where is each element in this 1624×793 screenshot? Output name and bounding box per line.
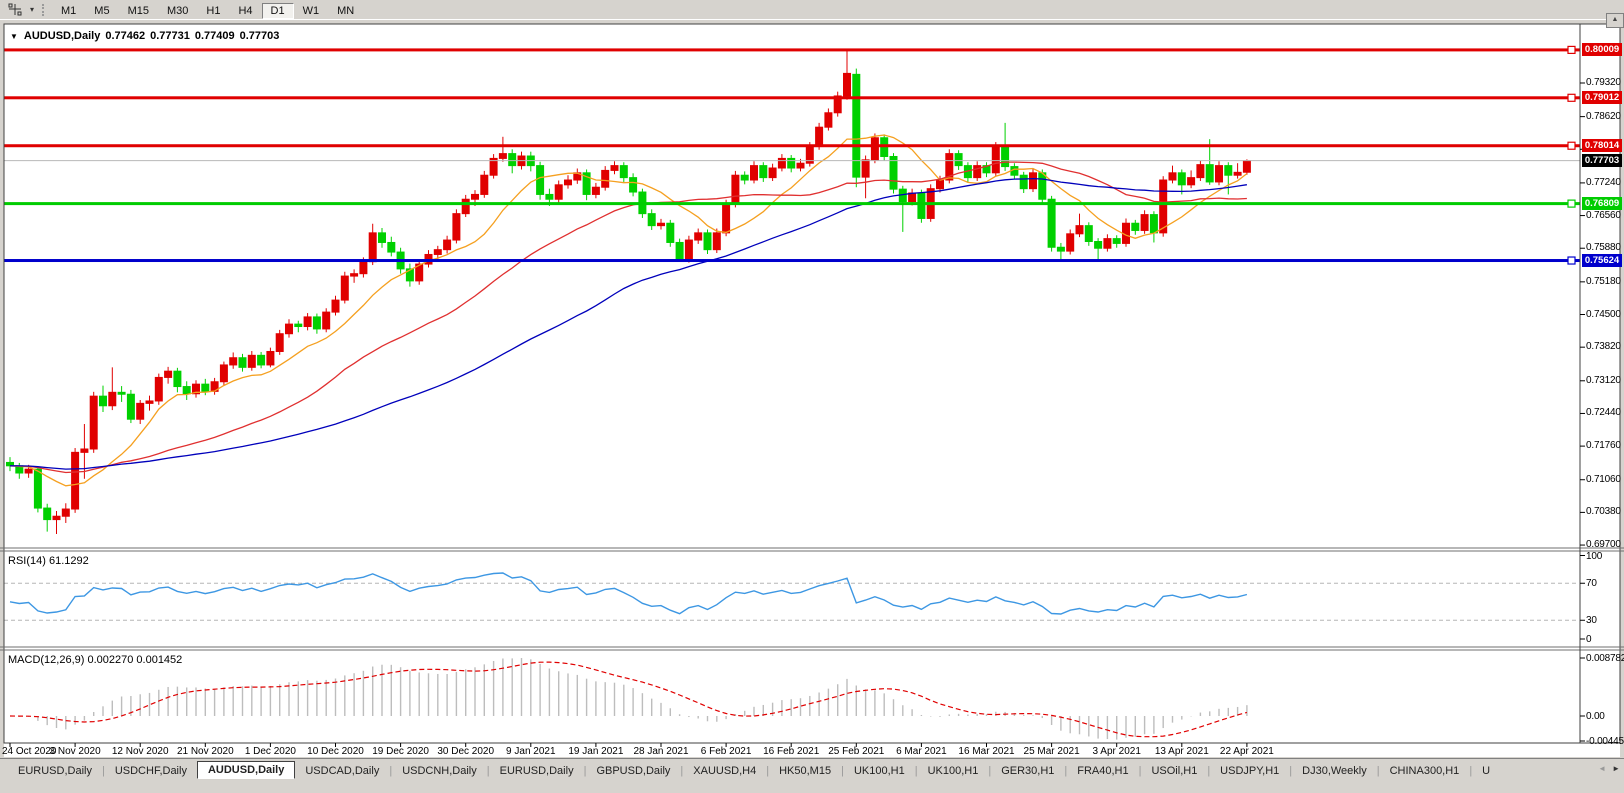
timeframe-button-group: M1M5M15M30H1H4D1W1MN [52, 1, 363, 19]
tab-xauusd-h4[interactable]: XAUUSD,H4 [683, 763, 766, 779]
level-line-0.80009[interactable] [4, 48, 1580, 51]
chart-tab-bar: EURUSD,Daily|USDCHF,DailyAUDUSD,DailyUSD… [0, 758, 1624, 793]
tab-eurusd-daily[interactable]: EURUSD,Daily [8, 763, 102, 779]
chart-close-value: 0.77703 [240, 30, 280, 42]
toolbar: ▾ M1M5M15M30H1H4D1W1MN [0, 0, 1624, 20]
tab-u[interactable]: U [1472, 763, 1500, 779]
tab-dj30-weekly[interactable]: DJ30,Weekly [1292, 763, 1377, 779]
tab-eurusd-daily[interactable]: EURUSD,Daily [490, 763, 584, 779]
crosshair-icon [8, 3, 22, 16]
chart-tabs: EURUSD,Daily|USDCHF,DailyAUDUSD,DailyUSD… [0, 760, 1624, 781]
tab-gbpusd-daily[interactable]: GBPUSD,Daily [586, 763, 680, 779]
cursor-tool-button[interactable] [4, 2, 26, 18]
tab-uk100-h1[interactable]: UK100,H1 [918, 763, 989, 779]
timeframe-button-m5[interactable]: M5 [85, 3, 118, 19]
chart-open-value: 0.77462 [105, 30, 145, 42]
timeframe-button-w1[interactable]: W1 [294, 3, 329, 19]
tab-fra40-h1[interactable]: FRA40,H1 [1067, 763, 1138, 779]
chart-scroll-up-button[interactable]: ▲ [1606, 13, 1624, 28]
chart-collapse-icon[interactable]: ▼ [10, 32, 18, 41]
tabs-scroll-right-button[interactable]: ► [1612, 764, 1620, 773]
tool-dropdown-icon[interactable]: ▾ [26, 2, 38, 18]
chart-low-value: 0.77409 [195, 30, 235, 42]
timeframe-button-h4[interactable]: H4 [229, 3, 261, 19]
tab-usdchf-daily[interactable]: USDCHF,Daily [105, 763, 197, 779]
timeframe-button-m1[interactable]: M1 [52, 3, 85, 19]
tabs-scroll-left-button[interactable]: ◄ [1598, 764, 1606, 773]
tab-uk100-h1[interactable]: UK100,H1 [844, 763, 915, 779]
level-line-0.79012[interactable] [4, 96, 1580, 99]
chart-canvas[interactable] [0, 22, 1624, 758]
tab-ger30-h1[interactable]: GER30,H1 [991, 763, 1064, 779]
timeframe-button-mn[interactable]: MN [328, 3, 363, 19]
level-line-0.75624[interactable] [4, 259, 1580, 262]
chart-window: ▼ AUDUSD,Daily 0.77462 0.77731 0.77409 0.7770… [0, 22, 1624, 758]
chart-high-value: 0.77731 [150, 30, 190, 42]
tab-usoil-h1[interactable]: USOil,H1 [1141, 763, 1207, 779]
chart-title: ▼ AUDUSD,Daily 0.77462 0.77731 0.77409 0.7770… [10, 30, 284, 42]
timeframe-button-m15[interactable]: M15 [119, 3, 158, 19]
macd-label: MACD(12,26,9) 0.002270 0.001452 [8, 654, 182, 666]
level-line-0.78014[interactable] [4, 144, 1580, 147]
rsi-label: RSI(14) 61.1292 [8, 555, 89, 567]
timeframe-button-d1[interactable]: D1 [262, 3, 294, 19]
tab-usdjpy-h1[interactable]: USDJPY,H1 [1210, 763, 1289, 779]
chart-symbol: AUDUSD,Daily [24, 30, 100, 42]
tab-audusd-daily[interactable]: AUDUSD,Daily [197, 761, 295, 779]
timeframe-button-m30[interactable]: M30 [158, 3, 197, 19]
tab-usdcnh-daily[interactable]: USDCNH,Daily [392, 763, 487, 779]
tab-usdcad-daily[interactable]: USDCAD,Daily [295, 763, 389, 779]
tab-scroll-controls: ◄ ► [1598, 764, 1620, 773]
timeframe-button-h1[interactable]: H1 [197, 3, 229, 19]
tab-hk50-m15[interactable]: HK50,M15 [769, 763, 841, 779]
level-line-0.76809[interactable] [4, 202, 1580, 205]
toolbar-grip [42, 4, 44, 16]
tab-china300-h1[interactable]: CHINA300,H1 [1380, 763, 1470, 779]
